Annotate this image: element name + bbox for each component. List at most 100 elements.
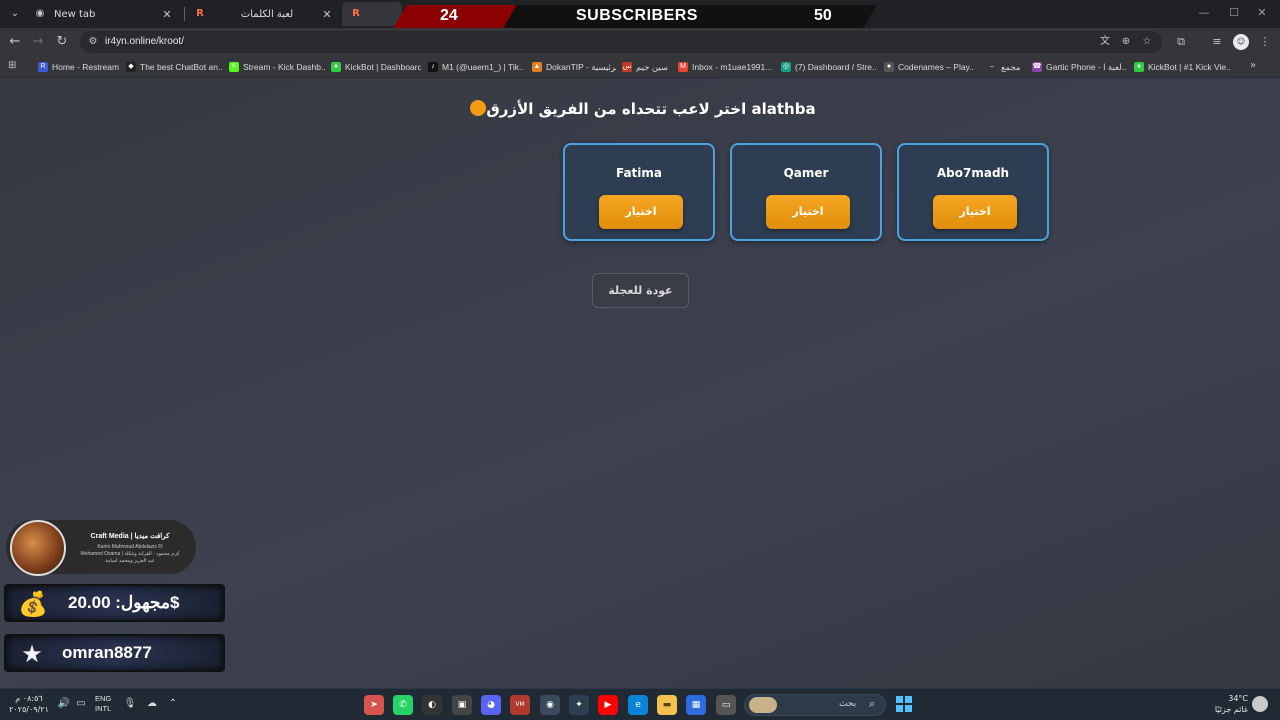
app-window-icon[interactable]: ▭ [716,695,736,715]
close-icon[interactable]: ✕ [320,8,334,21]
weather-description: غائم جزئيًا [1214,705,1248,714]
back-arrow-icon[interactable]: ← [6,33,24,51]
voicemeeter-icon[interactable]: VM [510,695,530,715]
page-heading: alathba اختر لاعب تتحداه من الفريق الأزر… [300,100,980,118]
bookmark-label: M1 (@uaem1_) | Tik... [442,62,524,72]
bookmark-label: Codenames – Play... [898,62,974,72]
extensions-icon[interactable]: ⧉ [1172,33,1190,51]
tab-new-tab[interactable]: ◉ New tab ✕ [26,2,182,26]
bookmark-label: KickBot | Dashboard [345,62,421,72]
bookmark-favicon-icon: ▲ [532,62,542,72]
windows-taskbar: ٠٨:٥٦ م ٢٠٢٥/٠٩/٢١ 🔊 ▭ ENG INTL 🎙 ☁ ⌃ ➤ … [0,688,1280,720]
close-window-icon[interactable]: ✕ [1254,6,1270,19]
bookmark-favicon-icon: ● [1134,62,1144,72]
search-highlight-image [749,697,777,713]
telegram-icon[interactable]: ➤ [364,695,384,715]
forward-arrow-icon[interactable]: → [29,33,47,51]
bookmark-item[interactable]: R Home - Restream [38,60,120,74]
minimize-icon[interactable]: — [1196,6,1212,19]
tab-search-icon[interactable]: ⌄ [6,5,24,23]
copilot-icon[interactable]: ✦ [569,695,589,715]
search-placeholder: بحث [839,699,857,709]
bookmark-label: The best ChatBot an... [140,62,222,72]
bookmark-item[interactable]: ● KickBot | Dashboard [331,60,421,74]
choose-player-button[interactable]: اختيار [766,195,850,229]
more-bookmarks-icon[interactable]: » [1250,60,1256,71]
bookmark-favicon-icon: ♪ [428,62,438,72]
menu-dots-icon[interactable]: ⋮ [1256,33,1274,51]
temperature: 34°C [1228,694,1248,703]
bookmark-item[interactable]: ▲ DokanTIP - الرئيسية [532,60,616,74]
youtube-icon[interactable]: ▶ [598,695,618,715]
network-icon[interactable]: ▭ [74,698,88,709]
bookmark-favicon-icon: ◎ [781,62,791,72]
address-bar[interactable]: ⚙ ir4yn.online/kroot/ 文 ⊕ ☆ [80,31,1162,53]
subscriber-goal-banner: 24 SUBSCRIBERS 50 [393,5,878,28]
reading-list-icon[interactable]: ≡ [1208,33,1226,51]
bookmarks-bar: ⊞ R Home - Restream ◆ The best ChatBot an..… [0,56,1280,78]
speaker-icon[interactable]: 🔊 [57,698,71,709]
player-name: Qamer [783,166,829,180]
star-icon: ★ [21,640,43,668]
reload-icon[interactable]: ↻ [53,33,71,51]
weather-widget[interactable]: 34°C غائم جزئيًا [1212,693,1248,715]
weather-cloud-icon [1252,696,1268,712]
bookmark-label: Inbox - m1uae1991... [692,62,773,72]
clock-date: ٢٠٢٥/٠٩/٢١ [9,705,49,714]
bookmark-favicon-icon: R [38,62,48,72]
taskbar-search[interactable]: بحث ⌕ [744,694,886,716]
subscriber-goal: 50 [814,7,832,24]
choose-player-button[interactable]: اختيار [599,195,683,229]
back-to-wheel-button[interactable]: عودة للعجلة [592,273,689,308]
bookmark-label: Stream - Kick Dashb... [243,62,325,72]
whatsapp-icon[interactable]: ✆ [393,695,413,715]
page-heading-text: alathba اختر لاعب تتحداه من الفريق الأزر… [486,100,816,118]
translate-icon[interactable]: 文 [1098,35,1112,49]
follower-alert: ★ omran8877 [4,634,225,672]
chrome-icon[interactable]: ◉ [540,695,560,715]
chevron-up-icon[interactable]: ⌃ [166,698,180,709]
url-text[interactable]: ir4yn.online/kroot/ [105,36,184,47]
store-icon[interactable]: ▦ [686,695,706,715]
app-icon[interactable]: ◐ [422,695,442,715]
close-icon[interactable]: ✕ [160,8,174,21]
bookmark-item[interactable]: ● KickBot | #1 Kick Vie... [1134,60,1230,74]
bookmark-item[interactable]: K Stream - Kick Dashb... [229,60,325,74]
bookmark-item[interactable]: – مجمع [987,60,1023,74]
taskbar-clock[interactable]: ٠٨:٥٦ م ٢٠٢٥/٠٩/٢١ [8,693,50,715]
search-icon: ⌕ [869,697,876,710]
zoom-icon[interactable]: ⊕ [1119,35,1133,49]
bookmark-favicon-icon: ◆ [126,62,136,72]
file-explorer-icon[interactable]: ▬ [657,695,677,715]
bookmark-item[interactable]: ◎ (7) Dashboard / Stre... [781,60,877,74]
player-card-fatima: Fatima اختيار [563,143,715,241]
discord-icon[interactable]: ◕ [481,695,501,715]
bookmark-favicon-icon: ● [331,62,341,72]
apps-grid-icon[interactable]: ⊞ [8,60,20,72]
bookmark-item[interactable]: M Inbox - m1uae1991... [678,60,774,74]
bookmark-item[interactable]: ☎ Gartic Phone - لعبة ا... [1032,60,1126,74]
donation-text: مجهول: 20.00$ [68,593,180,612]
edge-icon[interactable]: e [628,695,648,715]
bookmark-item[interactable]: ◆ The best ChatBot an... [126,60,222,74]
language-indicator[interactable]: ENG INTL [95,694,111,714]
player-name: Abo7madh [936,166,1010,180]
capture-icon[interactable]: ▣ [452,695,472,715]
site-settings-icon[interactable]: ⚙ [86,35,100,49]
bookmark-star-icon[interactable]: ☆ [1140,35,1154,49]
bookmark-label: Gartic Phone - لعبة ا... [1046,61,1126,72]
subscriber-label: SUBSCRIBERS [576,7,698,24]
bookmark-label: Home - Restream [52,62,120,72]
bookmark-item[interactable]: س سين جيم [622,60,672,74]
tab-active[interactable]: R [342,2,402,26]
maximize-icon[interactable]: ☐ [1226,6,1242,19]
profile-avatar[interactable]: ☺ [1233,34,1249,50]
cloud-icon[interactable]: ☁ [145,698,159,709]
bookmark-favicon-icon: M [678,62,688,72]
microphone-icon[interactable]: 🎙 [123,698,137,709]
start-windows-icon[interactable] [896,696,912,712]
bookmark-item[interactable]: ♪ M1 (@uaem1_) | Tik... [428,60,524,74]
bookmark-item[interactable]: ● Codenames – Play... [884,60,974,74]
tab-word-game[interactable]: R لعبة الكلمات ✕ [186,2,342,26]
choose-player-button[interactable]: اختيار [933,195,1017,229]
